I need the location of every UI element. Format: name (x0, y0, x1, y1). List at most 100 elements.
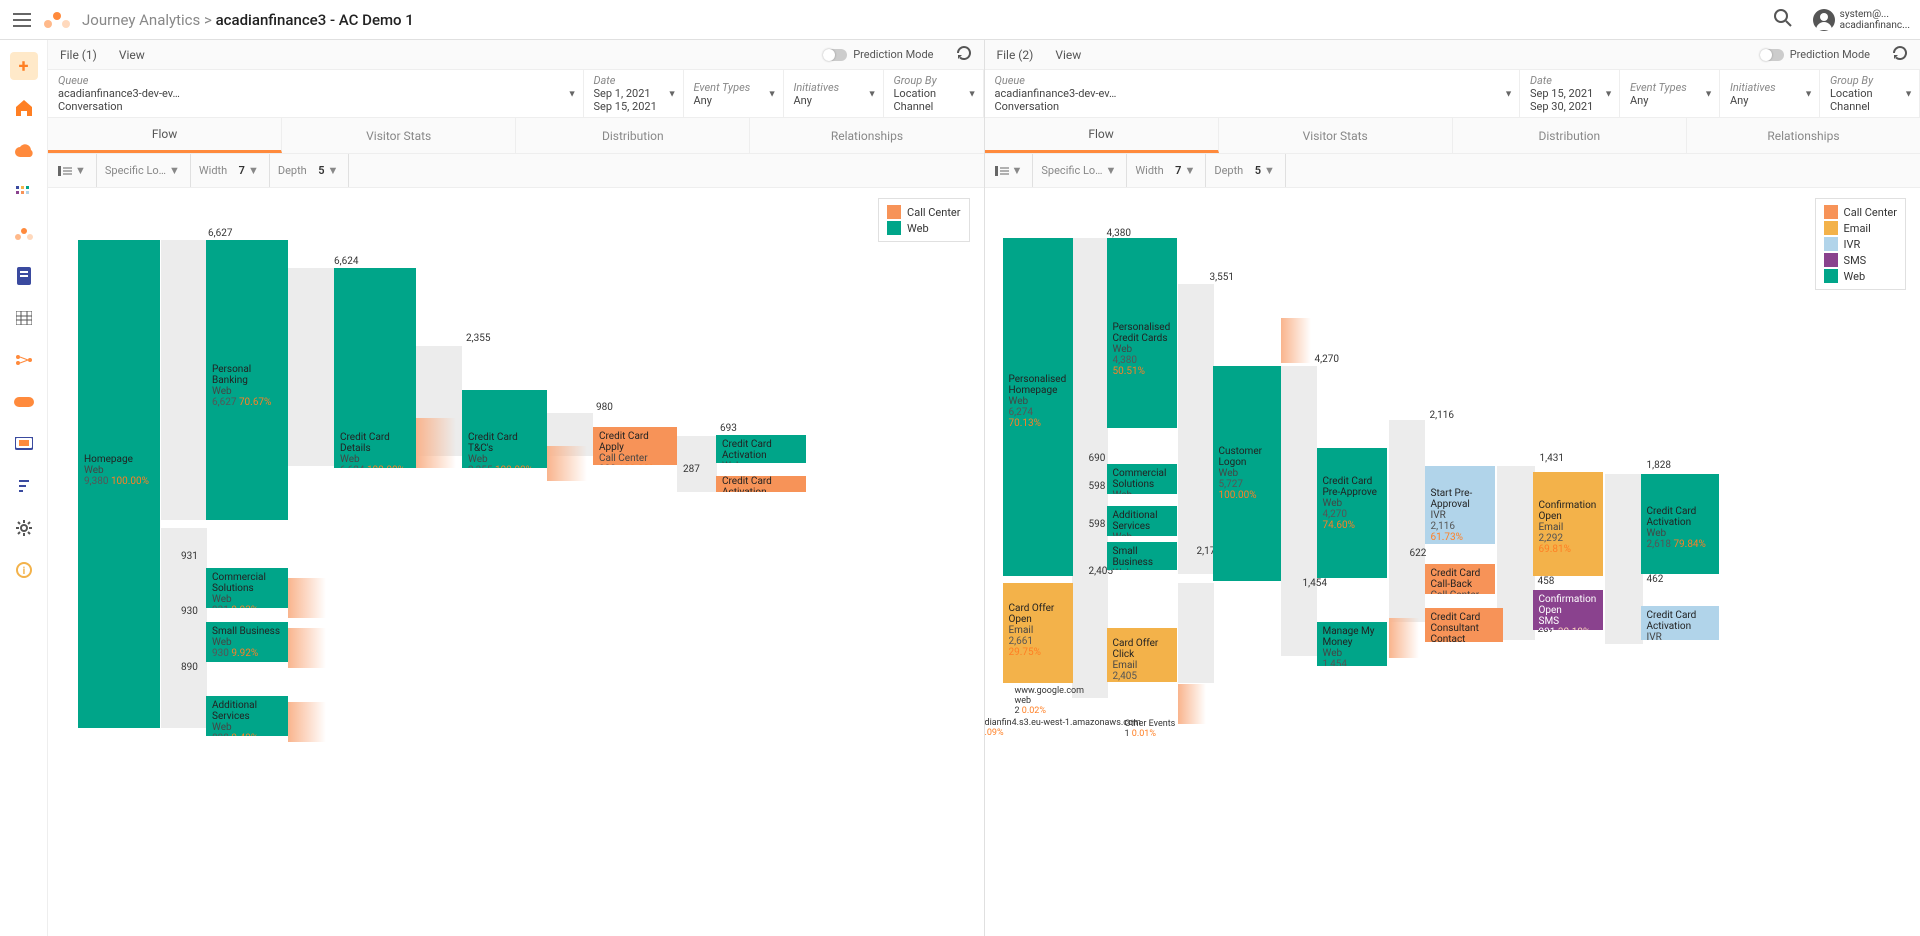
sankey-node[interactable]: Personalised Credit CardsWeb4,380 50.51% (1107, 238, 1177, 428)
layout-icon[interactable]: ▼ (58, 154, 97, 187)
prediction-toggle[interactable] (823, 49, 847, 61)
date-filter[interactable]: Date Sep 15, 2021 Sep 30, 2021 ▼ (1520, 70, 1620, 117)
initiatives-filter[interactable]: Initiatives Any ▼ (1720, 70, 1820, 117)
queue-filter[interactable]: Queue acadianfinance3-dev-ev… Conversati… (985, 70, 1521, 117)
tab-visitor-stats[interactable]: Visitor Stats (282, 118, 516, 153)
rail-home-icon[interactable] (10, 94, 38, 122)
refresh-icon[interactable] (956, 45, 972, 64)
depth-dropdown[interactable]: Depth 5 ▼ (1214, 154, 1286, 187)
sankey-node[interactable]: Confirmation OpenEmail2,292 69.81% (1533, 472, 1603, 576)
rail-journey-icon[interactable] (10, 220, 38, 248)
sankey-exit (1389, 618, 1419, 658)
tab-relationships[interactable]: Relationships (750, 118, 983, 153)
rail-grid-icon[interactable] (10, 178, 38, 206)
sankey-node[interactable]: Credit Card Call-BackCall Center622 18.1… (1425, 564, 1495, 594)
specific-location-dropdown[interactable]: Specific Lo… ▼ (105, 154, 191, 187)
sankey-node[interactable]: HomepageWeb9,380 100.00% (78, 240, 160, 728)
sankey-node[interactable]: Additional ServicesWeb598 6.90% (1107, 506, 1177, 536)
sankey-node[interactable]: Personal BankingWeb6,627 70.67% (206, 240, 288, 520)
rail-sort-icon[interactable] (10, 472, 38, 500)
rail-cloud-icon[interactable] (10, 136, 38, 164)
sankey-node[interactable]: Credit Card ActivationCall Center287 29.… (716, 476, 806, 492)
rail-table-icon[interactable] (10, 304, 38, 332)
sankey-node[interactable]: Commercial SolutionsWeb931 9.93% (206, 568, 288, 608)
sankey-node[interactable]: Card Offer ClickEmail2,405 27.73% (1107, 628, 1177, 682)
sankey-node[interactable]: Credit Card ActivationWeb2,618 79.84% (1641, 474, 1719, 574)
panel-subbar: ▼ Specific Lo… ▼ Width 7 ▼ Depth 5 ▼ (985, 154, 1920, 188)
sankey-node[interactable]: Credit Card Pre-ApproveWeb4,270 74.60% (1317, 448, 1387, 578)
sankey-link (1178, 284, 1214, 574)
file-menu[interactable]: File (2) (997, 48, 1034, 62)
rail-report-icon[interactable] (10, 262, 38, 290)
sankey-link (1281, 366, 1317, 656)
left-rail: + i (0, 40, 48, 936)
tab-relationships[interactable]: Relationships (1687, 118, 1920, 153)
sankey-node[interactable]: Small BusinessWeb930 9.92% (206, 622, 288, 662)
specific-location-dropdown[interactable]: Specific Lo… ▼ (1041, 154, 1127, 187)
chevron-down-icon: ▼ (768, 88, 777, 99)
breadcrumb: Journey Analytics > acadianfinance3 - AC… (82, 11, 414, 29)
search-icon[interactable] (1774, 9, 1792, 30)
event-types-filter[interactable]: Event Types Any ▼ (1620, 70, 1720, 117)
chevron-down-icon: ▼ (1804, 88, 1813, 99)
event-types-filter[interactable]: Event Types Any ▼ (684, 70, 784, 117)
tab-visitor-stats[interactable]: Visitor Stats (1219, 118, 1453, 153)
width-dropdown[interactable]: Width 7 ▼ (1135, 154, 1206, 187)
tiny-node: www.google.comweb2 0.02% (1015, 686, 1085, 716)
groupby-filter[interactable]: Group By Location Channel ▼ (1820, 70, 1920, 117)
rail-info-icon[interactable]: i (10, 556, 38, 584)
queue-filter[interactable]: Queue acadianfinance3-dev-ev… Conversati… (48, 70, 584, 117)
file-menu[interactable]: File (1) (60, 48, 97, 62)
panel-right: File (2) View Prediction Mode Queue acad… (985, 40, 1920, 936)
date-filter[interactable]: Date Sep 1, 2021 Sep 15, 2021 ▼ (584, 70, 684, 117)
tab-distribution[interactable]: Distribution (1453, 118, 1687, 153)
width-dropdown[interactable]: Width 7 ▼ (199, 154, 270, 187)
chevron-down-icon: ▼ (668, 88, 677, 99)
rail-pill-icon[interactable] (10, 388, 38, 416)
chevron-down-icon: ▼ (1604, 88, 1613, 99)
panel-filters: Queue acadianfinance3-dev-ev… Conversati… (48, 70, 984, 118)
rail-flow-icon[interactable] (10, 346, 38, 374)
layout-icon[interactable]: ▼ (995, 154, 1034, 187)
sankey-node[interactable]: Small BusinessWeb598 6.90% (1107, 542, 1177, 570)
user-menu[interactable]: system@... acadianfinanc... (1812, 8, 1910, 32)
prediction-label: Prediction Mode (853, 48, 933, 61)
breadcrumb-root[interactable]: Journey Analytics (82, 11, 200, 29)
sankey-chart[interactable]: Call Center Email IVR SMS Web 4,380 3,55… (985, 188, 1920, 936)
top-bar: Journey Analytics > acadianfinance3 - AC… (0, 0, 1920, 40)
chevron-down-icon: ▼ (1904, 88, 1913, 99)
sankey-node[interactable]: Credit Card T&C'sWeb2,355 100.00% (462, 390, 547, 468)
rail-add-button[interactable]: + (10, 52, 38, 80)
sankey-node[interactable]: Credit Card ActivationIVR661 20.16% (1641, 606, 1719, 640)
groupby-filter[interactable]: Group By Location Channel ▼ (884, 70, 984, 117)
rail-screen-icon[interactable] (10, 430, 38, 458)
sankey-node[interactable]: Credit Card ActivationWeb693 70.71% (716, 435, 806, 463)
tab-flow[interactable]: Flow (48, 118, 282, 153)
sankey-node[interactable]: Commercial SolutionsWeb690 7.96% (1107, 464, 1177, 494)
sankey-node[interactable]: Personalised HomepageWeb6,274 70.13% (1003, 238, 1073, 576)
prediction-label: Prediction Mode (1790, 48, 1870, 61)
sankey-exit (288, 578, 326, 618)
sankey-link (1389, 420, 1425, 622)
prediction-toggle[interactable] (1760, 49, 1784, 61)
sankey-node[interactable]: Additional ServicesWeb890 9.49% (206, 696, 288, 736)
depth-dropdown[interactable]: Depth 5 ▼ (278, 154, 350, 187)
sankey-node[interactable]: Card Offer OpenEmail2,661 29.75% (1003, 583, 1073, 683)
sankey-node[interactable]: Start Pre-ApprovalIVR2,116 61.73% (1425, 466, 1495, 544)
hamburger-icon[interactable] (10, 8, 34, 32)
sankey-node[interactable]: Credit Card Consultant ContactCall Cente… (1425, 608, 1503, 642)
sankey-node[interactable]: Credit Card DetailsWeb6,624 100.00% (334, 268, 416, 468)
tab-flow[interactable]: Flow (985, 118, 1219, 153)
sankey-node[interactable]: Manage My MoneyWeb1,454 25.40% (1317, 622, 1387, 666)
view-menu[interactable]: View (119, 48, 145, 62)
view-menu[interactable]: View (1055, 48, 1081, 62)
initiatives-filter[interactable]: Initiatives Any ▼ (784, 70, 884, 117)
user-line1: system@... (1840, 9, 1910, 20)
sankey-node[interactable]: Confirmation OpenSMS991 30.19% (1533, 590, 1603, 630)
refresh-icon[interactable] (1892, 45, 1908, 64)
sankey-node[interactable]: Credit Card ApplyCall Center980 100.00% (593, 427, 677, 465)
sankey-chart[interactable]: Call Center Web 6,627 6,624 2,355 980 69… (48, 188, 984, 936)
rail-gear-icon[interactable] (10, 514, 38, 542)
sankey-node[interactable]: Customer LogonWeb5,727 100.00% (1213, 366, 1281, 581)
tab-distribution[interactable]: Distribution (516, 118, 750, 153)
